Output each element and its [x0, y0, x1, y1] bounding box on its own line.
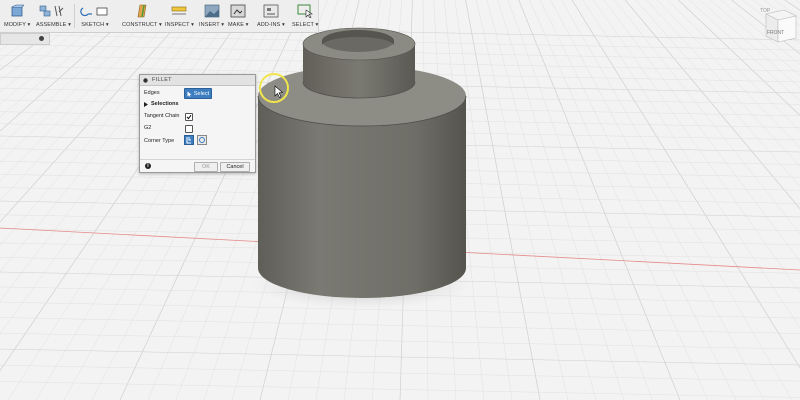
grid-line — [0, 0, 222, 273]
tangent-chain-label: Tangent Chain — [144, 113, 180, 119]
sketch-icon — [80, 7, 108, 17]
view-cube-right-face[interactable] — [777, 15, 797, 43]
toolbar-select-label: SELECT ▾ — [292, 22, 319, 28]
grid-line — [497, 0, 625, 400]
toolbar-make-label: MAKE ▾ — [228, 22, 249, 28]
corner-type-rolling-ball-icon[interactable] — [184, 135, 194, 145]
toolbar-sketch-label: SKETCH ▾ — [81, 22, 109, 28]
g2-label: G2 — [144, 125, 152, 131]
grid-line — [0, 0, 136, 118]
insert-icon — [204, 4, 219, 18]
grid-line — [0, 364, 800, 382]
selections-label: Selections — [151, 101, 179, 107]
select-icon — [297, 4, 314, 18]
grid-line — [0, 0, 73, 51]
main-toolbar: MODIFY ▾ ASSEMBLE ▾ SKETCH ▾ CONSTRUCT ▾… — [0, 0, 319, 33]
toolbar-modify[interactable]: MODIFY ▾ — [4, 2, 30, 30]
grid-line — [0, 0, 30, 19]
toolbar-construct-label: CONSTRUCT ▾ — [122, 22, 162, 28]
toolbar-inspect-label: INSPECT ▾ — [165, 22, 194, 28]
grid-line — [0, 0, 62, 43]
g2-checkbox[interactable] — [185, 125, 193, 133]
selections-group[interactable]: Selections — [144, 101, 179, 107]
edges-label: Edges — [144, 90, 160, 96]
toolbar-select[interactable]: SELECT ▾ — [292, 2, 318, 30]
grid-line — [7, 0, 264, 400]
grid-line — [0, 0, 254, 372]
grid-line — [0, 0, 147, 132]
grid-line — [0, 0, 104, 81]
grid-line — [0, 0, 51, 34]
view-cube-front-label: FRONT — [767, 30, 784, 36]
toolbar-assemble[interactable]: ASSEMBLE ▾ — [36, 2, 71, 30]
view-cube[interactable]: FRONT — [765, 9, 797, 43]
grid-line — [0, 0, 126, 105]
edges-select-button[interactable]: Select — [184, 88, 212, 99]
browser-pin-icon[interactable] — [39, 36, 44, 41]
grid-line — [0, 0, 168, 164]
corner-type-setback-icon[interactable] — [197, 135, 207, 145]
add-ins-icon — [263, 4, 279, 18]
grid-line — [475, 0, 569, 400]
edges-select-label: Select — [193, 90, 210, 97]
fillet-dialog-header[interactable]: FILLET — [140, 75, 255, 86]
corner-type-label: Corner Type — [144, 138, 175, 144]
toolbar-inspect[interactable]: INSPECT ▾ — [165, 2, 194, 30]
toolbar-assemble-label: ASSEMBLE ▾ — [36, 22, 71, 28]
grid-line — [0, 0, 158, 147]
grid-line — [795, 0, 800, 4]
checkmark-icon — [186, 114, 192, 120]
toolbar-sketch[interactable]: SKETCH ▾ — [80, 2, 110, 30]
grid-line — [0, 348, 800, 366]
browser-panel-strip[interactable] — [0, 33, 50, 45]
fillet-dialog-footer: i OK Cancel — [140, 159, 255, 172]
fillet-dialog: FILLET Edges Select Selections Tangent C… — [139, 74, 256, 173]
grid-line — [0, 0, 190, 201]
grid-line — [539, 0, 737, 400]
view-cube-top-label: TOP — [760, 8, 771, 14]
modify-icon — [11, 4, 25, 17]
toolbar-insert[interactable]: INSERT ▾ — [199, 2, 224, 30]
cursor-arrow-icon — [187, 91, 192, 97]
grid-line — [0, 0, 9, 6]
fillet-dialog-title: FILLET — [152, 77, 172, 83]
grid-line — [0, 0, 243, 335]
collapse-icon[interactable] — [143, 77, 148, 83]
toolbar-insert-label: INSERT ▾ — [199, 22, 225, 28]
3d-scene[interactable]: FRONT — [0, 0, 800, 400]
grid-line — [0, 0, 232, 302]
grid-line — [0, 0, 19, 12]
toolbar-add-ins-label: ADD-INS ▾ — [257, 22, 285, 28]
toolbar-modify-label: MODIFY ▾ — [4, 22, 31, 28]
grid-line — [465, 0, 541, 400]
cancel-button[interactable]: Cancel — [220, 162, 250, 172]
grid-line — [0, 332, 800, 350]
grid-line — [518, 0, 681, 400]
design-viewport[interactable]: FRONT MODIFY ▾ ASSEMBLE ▾ SKETCH ▾ CONST… — [0, 0, 800, 400]
toolbar-make[interactable]: MAKE ▾ — [228, 2, 248, 30]
inspect-icon — [172, 6, 187, 15]
info-icon[interactable]: i — [145, 163, 151, 169]
grid-line — [561, 0, 793, 400]
grid-line — [0, 0, 83, 61]
ok-button[interactable]: OK — [194, 162, 218, 172]
grid-line — [0, 0, 211, 247]
grid-line — [550, 0, 765, 400]
expand-arrow-icon — [144, 101, 148, 107]
make-icon — [230, 4, 246, 18]
grid-line — [0, 0, 200, 223]
grid-line — [0, 317, 800, 334]
toolbar-separator — [74, 4, 75, 28]
toolbar-add-ins[interactable]: ADD-INS ▾ — [257, 2, 285, 30]
toolbar-construct[interactable]: CONSTRUCT ▾ — [122, 2, 162, 30]
assemble-icon — [40, 5, 64, 17]
construct-icon — [137, 4, 147, 18]
cylinder-part[interactable] — [257, 27, 467, 298]
tangent-chain-checkbox[interactable] — [185, 113, 193, 121]
